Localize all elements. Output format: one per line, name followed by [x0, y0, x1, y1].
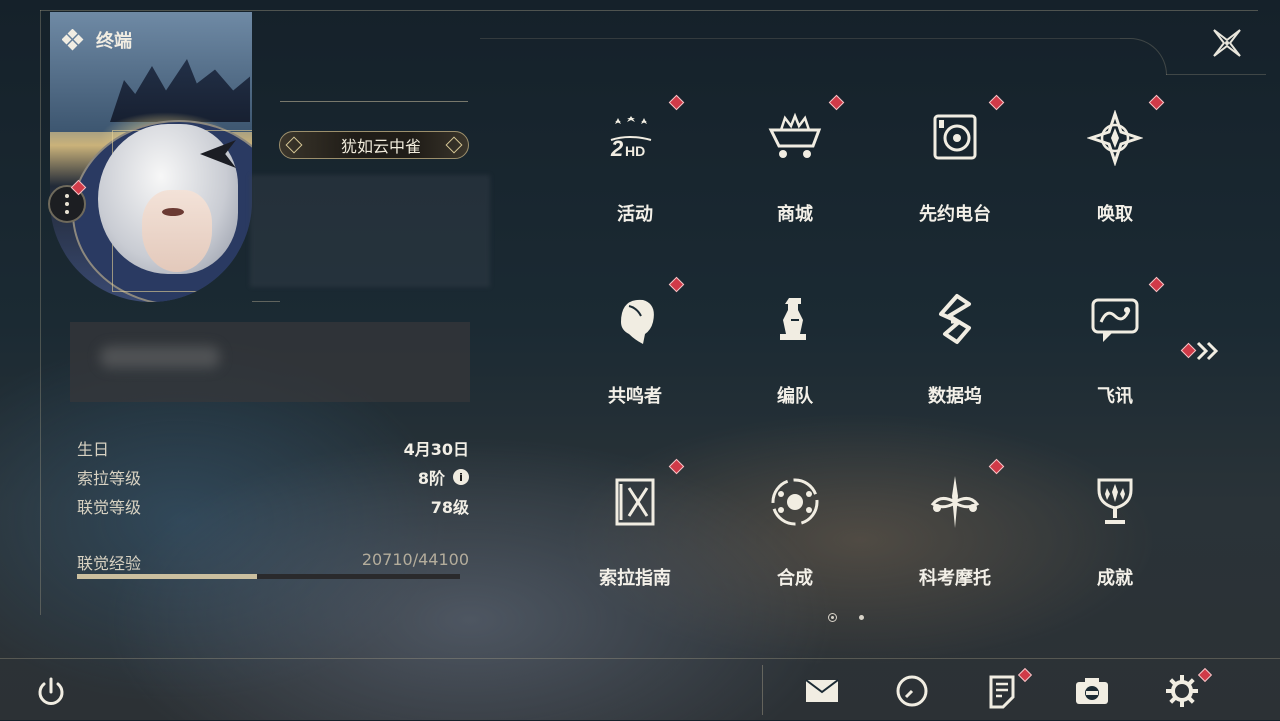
info-value-wrap: 8阶 i — [418, 465, 469, 489]
menu-item-radio[interactable]: 先约电台 — [905, 92, 1005, 242]
info-row-birthday: 生日 4月30日 — [77, 436, 469, 460]
portrait-divider — [252, 301, 280, 302]
menu-pager — [828, 613, 864, 622]
svg-text:HD: HD — [625, 143, 645, 159]
panel-inner-line — [480, 38, 1120, 39]
info-icon[interactable]: i — [453, 469, 469, 485]
menu-item-messages[interactable]: 飞讯 — [1065, 274, 1165, 424]
badge-deco-left — [285, 136, 303, 154]
menu-item-synthesis[interactable]: 合成 — [745, 456, 845, 606]
menu-grid: 2 HD 活动 商城 先约电台 唤取 共鸣者 编队 数据坞 飞讯 索拉指南 合成… — [585, 92, 1225, 612]
menu-label: 先约电台 — [919, 204, 991, 225]
title-badge[interactable]: 犹如云中雀 — [279, 131, 469, 159]
menu-item-summon[interactable]: 唤取 — [1065, 92, 1165, 242]
menu-label: 唤取 — [1097, 204, 1133, 225]
menu-item-achievements[interactable]: 成就 — [1065, 456, 1165, 606]
more-vertical-icon — [65, 192, 69, 216]
terminal-header: 终端 — [62, 27, 132, 53]
resonator-head-icon — [621, 299, 654, 344]
menu-label: 编队 — [777, 386, 813, 407]
mail-icon[interactable] — [803, 672, 841, 710]
terminal-diamond-icon — [62, 29, 84, 51]
title-badge-text: 犹如云中雀 — [340, 137, 421, 156]
close-icon[interactable] — [1208, 24, 1246, 62]
event-2hd-icon: 2 HD — [610, 116, 652, 161]
notice-dot — [668, 276, 685, 293]
data-dock-icon — [939, 294, 971, 344]
summon-compass-icon — [1087, 110, 1143, 166]
motorcycle-icon — [930, 476, 980, 528]
info-row-union-level: 联觉等级 78级 — [77, 494, 469, 518]
redacted-signature-area[interactable] — [70, 322, 470, 402]
shop-cart-icon — [768, 112, 822, 158]
menu-label: 成就 — [1097, 568, 1133, 589]
guide-book-icon — [615, 478, 655, 526]
menu-label: 活动 — [617, 204, 653, 225]
synthesis-icon — [771, 478, 819, 526]
info-row-sol-level: 索拉等级 8阶 i — [77, 465, 469, 489]
exp-progress-bar — [77, 574, 460, 579]
notice-dot — [668, 94, 685, 111]
menu-label: 共鸣者 — [608, 386, 662, 407]
gear-icon[interactable] — [1163, 672, 1201, 710]
radio-icon — [933, 114, 977, 160]
menu-item-team[interactable]: 编队 — [745, 274, 845, 424]
menu-item-motorcycle[interactable]: 科考摩托 — [905, 456, 1005, 606]
pager-dot-1[interactable] — [828, 613, 837, 622]
menu-label: 数据坞 — [928, 386, 982, 407]
notice-dot — [1148, 276, 1165, 293]
badge-deco-right — [445, 136, 463, 154]
redacted-name-area — [250, 175, 490, 287]
notice-dot — [988, 94, 1005, 111]
menu-item-guide[interactable]: 索拉指南 — [585, 456, 685, 606]
clock-icon[interactable] — [893, 672, 931, 710]
team-chess-icon — [780, 298, 806, 340]
exp-row: 联觉经验 20710/44100 — [77, 550, 469, 574]
notice-dot — [828, 94, 845, 111]
trophy-icon — [1097, 478, 1133, 524]
info-value: 4月30日 — [403, 440, 469, 459]
exp-value: 20710/44100 — [361, 550, 469, 569]
panel-frame-right — [1166, 74, 1266, 75]
info-key: 生日 — [77, 440, 110, 459]
panel-frame-left — [40, 10, 41, 615]
player-info: 生日 4月30日 索拉等级 8阶 i 联觉等级 78级 — [77, 436, 469, 523]
message-bubble-icon — [1091, 298, 1139, 342]
menu-label: 商城 — [777, 204, 813, 225]
menu-item-resonators[interactable]: 共鸣者 — [585, 274, 685, 424]
notice-board-icon[interactable] — [983, 672, 1021, 710]
power-icon[interactable] — [34, 675, 68, 709]
info-key: 索拉等级 — [77, 469, 142, 488]
player-portrait[interactable] — [50, 12, 252, 302]
name-underline — [280, 101, 468, 102]
menu-item-shop[interactable]: 商城 — [745, 92, 845, 242]
menu-label: 合成 — [777, 568, 813, 589]
menu-label: 飞讯 — [1097, 386, 1133, 407]
page-title: 终端 — [96, 31, 132, 52]
info-value: 8阶 — [417, 469, 445, 488]
exp-progress-fill — [77, 574, 257, 579]
menu-item-event[interactable]: 2 HD 活动 — [585, 92, 685, 242]
pager-dot-2[interactable] — [859, 615, 864, 620]
notice-dot — [668, 458, 685, 475]
notice-dot — [988, 458, 1005, 475]
camera-icon[interactable] — [1073, 672, 1111, 710]
avatar-eye — [162, 208, 184, 216]
menu-label: 索拉指南 — [599, 568, 671, 589]
redacted-smudge — [100, 346, 220, 368]
avatar-face — [142, 190, 212, 272]
notice-dot — [1148, 94, 1165, 111]
menu-item-data-dock[interactable]: 数据坞 — [905, 274, 1005, 424]
union-exp: 联觉经验 20710/44100 — [77, 550, 469, 579]
menu-label: 科考摩托 — [919, 568, 991, 589]
info-key: 联觉等级 — [77, 498, 142, 517]
info-value: 78级 — [430, 498, 469, 517]
bottom-separator — [762, 665, 763, 715]
exp-label: 联觉经验 — [77, 554, 142, 573]
